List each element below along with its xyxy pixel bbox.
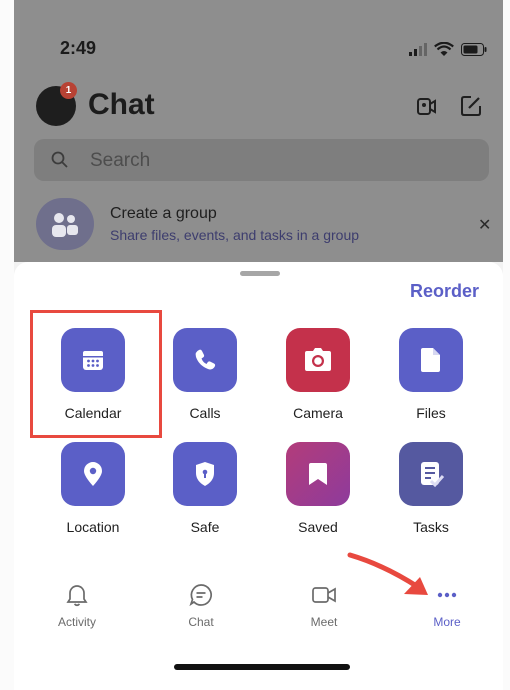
app-label: Safe	[190, 519, 220, 535]
tasks-icon	[399, 442, 463, 506]
app-safe[interactable]: Safe	[150, 442, 260, 535]
app-label: Saved	[298, 519, 338, 535]
app-camera[interactable]: Camera	[263, 328, 373, 421]
more-apps-sheet: Reorder Calendar Calls Camera Files Loca…	[14, 262, 503, 690]
sheet-grabber[interactable]	[240, 271, 280, 276]
app-location[interactable]: Location	[38, 442, 148, 535]
reorder-button[interactable]: Reorder	[410, 281, 479, 302]
app-calls[interactable]: Calls	[150, 328, 260, 421]
search-placeholder: Search	[90, 150, 151, 171]
bookmark-icon	[286, 442, 350, 506]
shield-icon	[173, 442, 237, 506]
camera-icon	[286, 328, 350, 392]
app-calendar[interactable]: Calendar	[38, 328, 148, 421]
app-tasks[interactable]: Tasks	[376, 442, 486, 535]
tab-bar: Activity Chat Meet More	[14, 582, 503, 642]
tab-more[interactable]: More	[407, 582, 487, 629]
tab-chat[interactable]: Chat	[161, 582, 241, 629]
app-label: Camera	[293, 405, 343, 421]
app-saved[interactable]: Saved	[263, 442, 373, 535]
screenshot-frame: 2:49 1 Chat Search Create a group Share …	[0, 0, 510, 690]
tab-label: More	[433, 615, 461, 629]
battery-icon	[461, 43, 487, 56]
background-overlay[interactable]: 2:49 1 Chat Search Create a group Share …	[14, 0, 503, 262]
signal-icon	[409, 43, 427, 56]
app-files[interactable]: Files	[376, 328, 486, 421]
phone-icon	[173, 328, 237, 392]
tab-label: Chat	[188, 615, 214, 629]
more-dots-icon	[437, 592, 457, 598]
tab-label: Meet	[310, 615, 338, 629]
bell-icon	[66, 585, 88, 607]
group-banner-subtitle: Share files, events, and tasks in a grou…	[110, 227, 360, 243]
group-icon	[36, 198, 94, 250]
calendar-icon	[61, 328, 125, 392]
tab-label: Activity	[57, 615, 96, 629]
compose-icon[interactable]	[459, 94, 483, 118]
notification-badge: 1	[60, 82, 77, 99]
create-group-banner[interactable]: Create a group Share files, events, and …	[36, 196, 496, 252]
video-icon	[312, 587, 336, 603]
app-label: Location	[66, 519, 120, 535]
chat-bubble-icon	[189, 584, 212, 607]
status-icons	[409, 42, 487, 57]
search-icon	[51, 151, 68, 168]
meet-now-icon[interactable]	[414, 94, 438, 118]
tab-meet[interactable]: Meet	[284, 582, 364, 629]
app-label: Calendar	[64, 405, 122, 421]
phone-screen: 2:49 1 Chat Search Create a group Share …	[14, 0, 503, 690]
app-label: Calls	[189, 405, 221, 421]
status-time: 2:49	[60, 38, 97, 58]
app-label: Tasks	[413, 519, 449, 535]
search-input[interactable]: Search	[34, 139, 489, 181]
wifi-icon	[434, 42, 454, 56]
page-title: Chat	[88, 88, 155, 121]
location-pin-icon	[61, 442, 125, 506]
tab-activity[interactable]: Activity	[37, 582, 117, 629]
app-label: Files	[416, 405, 446, 421]
file-icon	[399, 328, 463, 392]
home-indicator[interactable]	[174, 664, 350, 670]
close-icon[interactable]: ✕	[478, 215, 491, 235]
group-banner-title: Create a group	[110, 205, 217, 222]
